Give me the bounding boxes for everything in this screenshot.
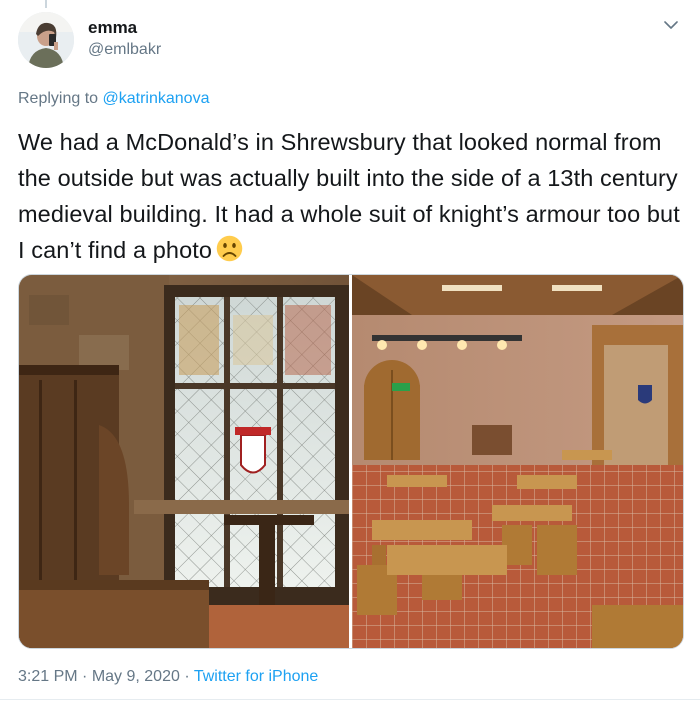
author-name[interactable]: emma — [88, 18, 137, 38]
meta-separator: · — [179, 668, 194, 685]
tweet-body: We had a McDonald’s in Shrewsbury that l… — [18, 129, 680, 263]
replying-to-line: Replying to @katrinkanova — [18, 90, 209, 108]
tweet-media[interactable] — [18, 274, 684, 649]
replying-to-link[interactable]: @katrinkanova — [103, 90, 210, 107]
divider — [0, 699, 700, 700]
thread-connector-line — [45, 0, 47, 8]
meta-separator: · — [77, 668, 92, 685]
replying-to-label: Replying to — [18, 90, 103, 107]
more-options-button[interactable] — [660, 14, 682, 36]
avatar-photo — [18, 12, 74, 68]
tweet-time[interactable]: 3:21 PM — [18, 668, 78, 685]
tweet-date[interactable]: May 9, 2020 — [92, 668, 180, 685]
photo-stained-glass[interactable] — [19, 275, 349, 648]
tweet-meta: 3:21 PM · May 9, 2020 · Twitter for iPho… — [18, 668, 318, 686]
avatar[interactable] — [18, 12, 74, 68]
stained-glass-window-image — [19, 275, 349, 648]
chevron-down-icon — [664, 20, 678, 29]
medieval-dining-room-image — [352, 275, 683, 648]
photo-dining-room[interactable] — [352, 275, 683, 648]
author-handle[interactable]: @emlbakr — [88, 41, 161, 59]
tweet-text: We had a McDonald’s in Shrewsbury that l… — [18, 124, 686, 268]
sad-face-emoji-icon — [216, 235, 243, 262]
tweet-source-link[interactable]: Twitter for iPhone — [194, 668, 319, 685]
